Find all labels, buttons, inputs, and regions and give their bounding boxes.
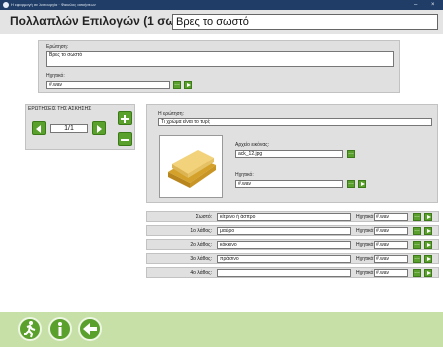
answer-row-wrong-3: 3ο λάθος: πράσινο Ηχητικό: #.wav … [146,253,439,264]
exercise-questions-panel: ΕΡΩΤΗΣΕΙΣ ΤΗΣ ΑΣΚΗΣΗΣ 1/1 [25,104,135,150]
back-arrow-icon [83,323,97,335]
plus-icon [121,115,129,123]
close-button[interactable]: × [431,0,435,10]
ellipsis-icon: … [414,255,420,261]
answer-row-wrong-4: 4ο λάθος: Ηχητικό: #.wav … [146,267,439,278]
detail-question-label: Η ερώτηση: [158,111,184,117]
ellipsis-icon: … [414,213,420,219]
window-title: Η εφαρμογή σε λειτουργία · Φακελος ασκήσ… [11,2,96,7]
play-answer-audio-button[interactable] [424,255,432,263]
next-question-button[interactable] [92,121,106,135]
answer-audio-label: Ηχητικό: [356,214,375,220]
cheese-image [168,150,216,188]
question-input[interactable]: Βρες το σωστό [46,51,394,67]
browse-answer-audio-button[interactable]: … [413,255,421,263]
question-label: Ερώτηση: [46,44,69,50]
play-answer-audio-button[interactable] [424,227,432,235]
browse-answer-audio-button[interactable]: … [413,213,421,221]
answer-input[interactable]: κίτρινο ή άσπρο [217,213,351,221]
answer-audio-field[interactable]: #.wav [374,269,408,277]
play-audio-button[interactable] [184,81,192,89]
app-icon [3,2,9,8]
audio-label: Ηχητικό: [46,73,65,79]
arrow-left-icon [36,125,41,133]
answer-label: Σωστό: [195,214,212,220]
answer-audio-field[interactable]: #.wav [374,255,408,263]
info-icon [58,322,62,336]
ellipsis-icon: … [348,150,354,156]
minimize-button[interactable]: – [414,0,417,10]
answer-input[interactable] [217,269,351,277]
window-titlebar: Η εφαρμογή σε λειτουργία · Φακελος ασκήσ… [0,0,443,10]
detail-audio-field[interactable]: #.wav [235,180,343,188]
answer-audio-field[interactable]: #.wav [374,241,408,249]
answer-audio-field[interactable]: #.wav [374,227,408,235]
answer-row-wrong-1: 1ο λάθος: μαύρο Ηχητικό: #.wav … [146,225,439,236]
answer-label: 3ο λάθος: [190,256,212,262]
question-detail-panel: Η ερώτηση: Τι χρώμα είναι το τυρί; Αρχεί… [146,104,438,203]
answer-input[interactable]: πράσινο [217,255,351,263]
browse-answer-audio-button[interactable]: … [413,269,421,277]
play-answer-audio-button[interactable] [424,241,432,249]
exit-button[interactable] [18,317,42,341]
question-panel: Ερώτηση: Βρες το σωστό Ηχητικό: #.wav … [38,40,400,93]
image-file-field[interactable]: ack_12.jpg [235,150,343,158]
ellipsis-icon: … [174,81,180,87]
play-detail-audio-button[interactable] [358,180,366,188]
answer-label: 4ο λάθος: [190,270,212,276]
add-question-button[interactable] [118,111,132,125]
answer-label: 1ο λάθος: [190,228,212,234]
question-image[interactable] [159,135,223,198]
answer-row-correct: Σωστό: κίτρινο ή άσπρο Ηχητικό: #.wav … [146,211,439,222]
exercise-questions-title: ΕΡΩΤΗΣΕΙΣ ΤΗΣ ΑΣΚΗΣΗΣ [28,106,92,112]
answer-audio-label: Ηχητικό: [356,256,375,262]
detail-audio-label: Ηχητικό: [235,172,254,178]
question-counter: 1/1 [50,124,88,133]
previous-question-button[interactable] [32,121,46,135]
play-answer-audio-button[interactable] [424,269,432,277]
answer-audio-label: Ηχητικό: [356,242,375,248]
answer-audio-label: Ηχητικό: [356,270,375,276]
minus-icon [121,139,129,141]
browse-detail-audio-button[interactable]: … [347,180,355,188]
footer-bar [0,312,443,347]
ellipsis-icon: … [414,269,420,275]
ellipsis-icon: … [348,180,354,186]
ellipsis-icon: … [414,227,420,233]
answer-input[interactable]: κόκκινο [217,241,351,249]
answer-row-wrong-2: 2ο λάθος: κόκκινο Ηχητικό: #.wav … [146,239,439,250]
info-button[interactable] [48,317,72,341]
image-file-label: Αρχείο εικόνας: [235,142,270,148]
audio-file-field[interactable]: #.wav [46,81,170,89]
browse-image-button[interactable]: … [347,150,355,158]
back-button[interactable] [78,317,102,341]
browse-answer-audio-button[interactable]: … [413,227,421,235]
answer-audio-label: Ηχητικό: [356,228,375,234]
remove-question-button[interactable] [118,132,132,146]
answer-input[interactable]: μαύρο [217,227,351,235]
page-header: Πολλαπλών Επιλογών (1 σωστή): Βρες το σω… [0,10,443,34]
running-person-icon [24,321,36,338]
answer-label: 2ο λάθος: [190,242,212,248]
browse-answer-audio-button[interactable]: … [413,241,421,249]
detail-question-input[interactable]: Τι χρώμα είναι το τυρί; [158,118,432,126]
arrow-right-icon [97,125,102,133]
play-answer-audio-button[interactable] [424,213,432,221]
answer-audio-field[interactable]: #.wav [374,213,408,221]
browse-audio-button[interactable]: … [173,81,181,89]
exercise-name-input[interactable]: Βρες το σωστό [172,14,438,30]
ellipsis-icon: … [414,241,420,247]
